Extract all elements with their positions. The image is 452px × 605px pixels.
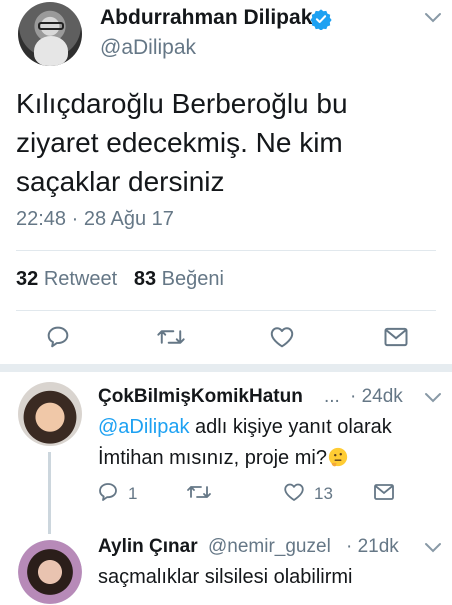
- reply-author-name[interactable]: ÇokBilmişKomikHatun: [98, 386, 303, 408]
- reply-icon[interactable]: [96, 480, 126, 510]
- like-label[interactable]: Beğeni: [162, 268, 224, 290]
- reply-author-name[interactable]: Aylin Çınar: [98, 536, 198, 558]
- retweet-icon[interactable]: [186, 480, 216, 510]
- thinking-face-emoji: [328, 447, 348, 467]
- reply-icon[interactable]: [44, 323, 74, 353]
- reply-text: saçmalıklar silsilesi olabilirmi: [98, 566, 353, 588]
- divider: [16, 310, 436, 311]
- tweet-stats: 32 Retweet 83 Beğeni: [16, 268, 224, 291]
- reply-text-content: İmtihan mısınız, proje mi?: [98, 447, 327, 469]
- share-icon[interactable]: [382, 323, 412, 353]
- reply-time[interactable]: · 21dk: [346, 536, 399, 558]
- reply-avatar[interactable]: [18, 540, 82, 604]
- like-icon[interactable]: [268, 323, 298, 353]
- author-avatar[interactable]: [18, 2, 82, 66]
- reply-name-ellipsis: ...: [324, 386, 340, 407]
- reply-to-line: @aDilipak adlı kişiye yanıt olarak: [98, 416, 392, 439]
- verified-badge-icon: [310, 8, 332, 31]
- retweet-label[interactable]: Retweet: [44, 268, 117, 290]
- divider: [16, 250, 436, 251]
- retweet-icon[interactable]: [156, 323, 186, 353]
- tweet-text: Kılıçdaroğlu Berberoğlu bu ziyaret edece…: [16, 88, 348, 197]
- author-handle[interactable]: @aDilipak: [100, 36, 196, 60]
- avatar-beard: [34, 36, 68, 66]
- chevron-down-icon[interactable]: [424, 12, 442, 26]
- section-divider: [0, 364, 452, 372]
- reply-text: İmtihan mısınız, proje mi?: [98, 446, 349, 470]
- reply-to-suffix: adlı kişiye yanıt olarak: [189, 416, 392, 438]
- share-icon[interactable]: [372, 480, 402, 510]
- reply-author-handle[interactable]: @nemir_guzel: [208, 536, 331, 558]
- reply-avatar[interactable]: [18, 382, 82, 446]
- chevron-down-icon[interactable]: [424, 542, 442, 556]
- avatar-glasses: [38, 22, 64, 30]
- reply-time[interactable]: · 24dk: [350, 386, 403, 408]
- author-name[interactable]: Abdurrahman Dilipak: [100, 6, 312, 30]
- retweet-count[interactable]: 32: [16, 268, 38, 290]
- tweet-timestamp[interactable]: 22:48 · 28 Ağu 17: [16, 208, 174, 231]
- like-count: 13: [314, 484, 333, 503]
- reply-to-mention[interactable]: @aDilipak: [98, 416, 189, 438]
- chevron-down-icon[interactable]: [424, 392, 442, 406]
- main-tweet-header: Abdurrahman Dilipak @aDilipak: [0, 0, 452, 70]
- reply-count: 1: [128, 484, 138, 503]
- like-icon[interactable]: [282, 480, 312, 510]
- thread-line: [48, 452, 51, 534]
- like-count[interactable]: 83: [134, 268, 156, 290]
